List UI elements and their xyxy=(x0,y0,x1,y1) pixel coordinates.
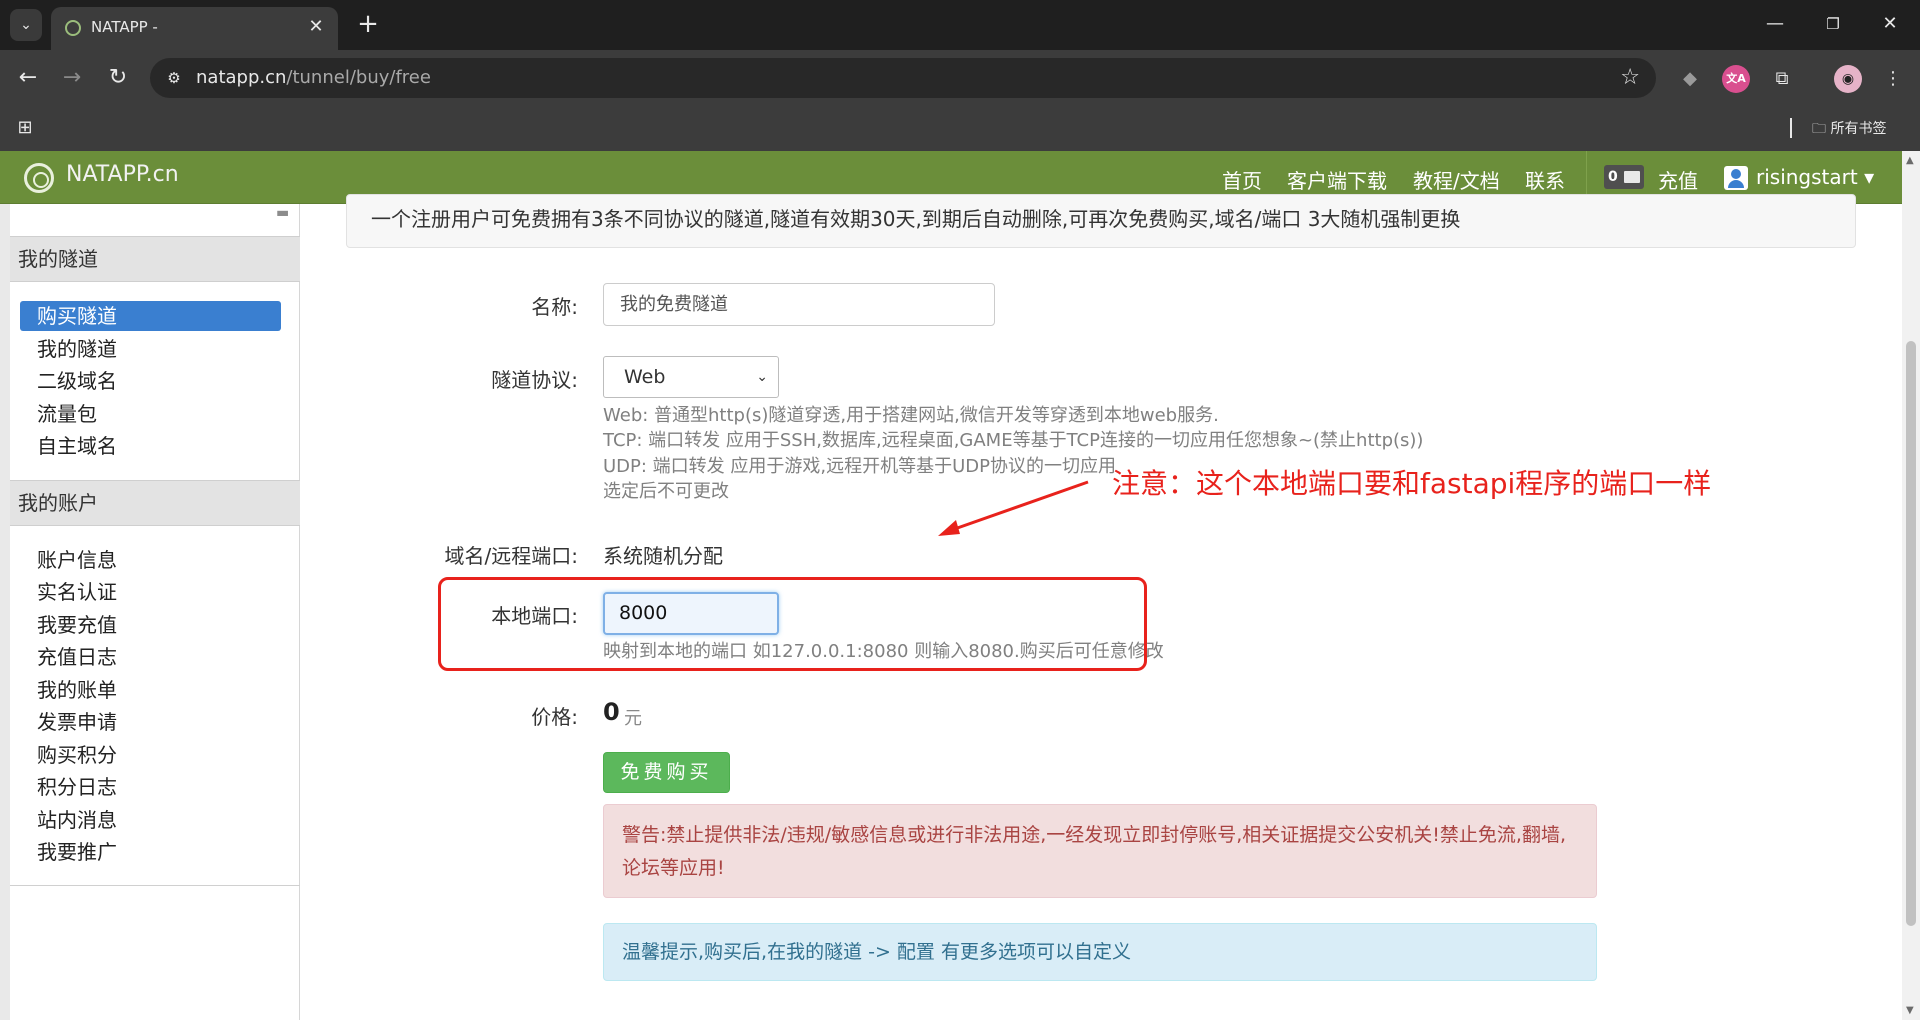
tunnel-name-input[interactable]: 我的免费隧道 xyxy=(603,283,995,326)
all-bookmarks-folder[interactable]: 🗀 所有书签 xyxy=(1812,118,1886,142)
browser-tab[interactable]: NATAPP - ✕ xyxy=(51,7,338,50)
bookmark-star-icon[interactable]: ☆ xyxy=(1620,65,1640,90)
protocol-label: 隧道协议: xyxy=(491,368,578,392)
apps-grid-icon[interactable]: ⊞ xyxy=(14,117,36,139)
sidebar-item-custom-domain[interactable]: 自主域名 xyxy=(20,431,281,461)
bookmarks-bar: ⊞ 🗀 所有书签 xyxy=(0,106,1920,151)
free-buy-button[interactable]: 免费购买 xyxy=(603,752,730,793)
annotation-arrow xyxy=(938,480,1089,536)
translate-extension-icon[interactable]: 文A xyxy=(1722,65,1750,93)
close-tab-icon[interactable]: ✕ xyxy=(304,15,328,39)
main-content: 一个注册用户可免费拥有3条不同协议的隧道,隧道有效期30天,到期后自动删除,可再… xyxy=(318,194,1902,1020)
collapse-sidebar-icon[interactable]: ▬ xyxy=(276,206,294,220)
sidebar-item-recharge[interactable]: 我要充值 xyxy=(20,610,281,640)
sidebar-section-account: 我的账户 xyxy=(10,480,300,526)
page-scrollbar[interactable]: ▲ ▼ xyxy=(1902,151,1920,1020)
sidebar-item-subdomain[interactable]: 二级域名 xyxy=(20,366,281,396)
messages-badge[interactable]: 0 xyxy=(1604,165,1644,189)
price-unit: 元 xyxy=(624,708,642,729)
sidebar-item-my-tunnels[interactable]: 我的隧道 xyxy=(20,334,281,364)
domain-label: 域名/远程端口: xyxy=(444,544,578,568)
name-label: 名称: xyxy=(531,295,578,319)
sidebar-item-buy-points[interactable]: 购买积分 xyxy=(20,740,281,770)
price-value: 0 xyxy=(603,698,620,726)
extension-cat-icon[interactable]: ◆ xyxy=(1676,65,1704,93)
back-button[interactable]: ← xyxy=(12,62,44,94)
restore-button[interactable]: ❐ xyxy=(1813,8,1853,40)
sidebar-item-referral[interactable]: 我要推广 xyxy=(20,837,281,867)
browser-menu-icon[interactable]: ⋮ xyxy=(1879,65,1907,93)
scroll-up-icon[interactable]: ▲ xyxy=(1906,155,1914,166)
sidebar-item-bills[interactable]: 我的账单 xyxy=(20,675,281,705)
sidebar-item-messages[interactable]: 站内消息 xyxy=(20,805,281,835)
annotation-text: 注意：这个本地端口要和fastapi程序的端口一样 xyxy=(1112,467,1712,500)
user-icon[interactable] xyxy=(1724,166,1748,190)
scroll-down-icon[interactable]: ▼ xyxy=(1906,1005,1914,1016)
browser-toolbar: ← → ↻ ⚙ natapp.cn/tunnel/buy/free ☆ ◆ 文A… xyxy=(0,50,1920,106)
sidebar-item-invoice[interactable]: 发票申请 xyxy=(20,707,281,737)
bookmarks-separator xyxy=(1790,118,1792,138)
sidebar-item-traffic-pack[interactable]: 流量包 xyxy=(20,399,281,429)
nav-recharge[interactable]: 充值 xyxy=(1658,165,1698,194)
site-brand[interactable]: NATAPP.cn xyxy=(66,162,179,187)
annotation-highlight-box xyxy=(438,577,1147,671)
new-tab-button[interactable]: + xyxy=(352,9,384,41)
sidebar-item-points-log[interactable]: 积分日志 xyxy=(20,772,281,802)
site-favicon-icon xyxy=(65,20,81,36)
user-menu[interactable]: risingstart ▾ xyxy=(1756,165,1874,189)
extensions-puzzle-icon[interactable]: ⧉ xyxy=(1768,65,1796,93)
tip-alert: 温馨提示,购买后,在我的隧道 -> 配置 有更多选项可以自定义 xyxy=(603,923,1597,981)
nav-client-download[interactable]: 客户端下载 xyxy=(1287,165,1387,194)
sidebar: ▬ 我的隧道 购买隧道 我的隧道 二级域名 流量包 自主域名 我的账户 账户信息… xyxy=(0,204,300,1020)
url-text[interactable]: natapp.cn/tunnel/buy/free xyxy=(196,67,431,88)
address-bar[interactable]: ⚙ natapp.cn/tunnel/buy/free ☆ xyxy=(150,58,1656,98)
chevron-down-icon: ⌄ xyxy=(756,369,768,385)
nav-home[interactable]: 首页 xyxy=(1222,165,1262,194)
tab-search-button[interactable]: ⌄ xyxy=(10,9,42,41)
tab-strip: ⌄ NATAPP - ✕ + — ❐ ✕ xyxy=(0,0,1920,50)
protocol-help-web: Web: 普通型http(s)隧道穿透,用于搭建网站,微信开发等穿透到本地web… xyxy=(603,405,1219,426)
scrollbar-thumb[interactable] xyxy=(1906,341,1916,926)
minimize-button[interactable]: — xyxy=(1755,8,1795,40)
browser-chrome: ⌄ NATAPP - ✕ + — ❐ ✕ ← → ↻ ⚙ natapp.cn/t… xyxy=(0,0,1920,151)
sidebar-divider xyxy=(10,885,300,886)
domain-value: 系统随机分配 xyxy=(603,544,723,568)
sidebar-item-buy-tunnel[interactable]: 购买隧道 xyxy=(20,301,281,331)
natapp-logo-icon[interactable] xyxy=(24,163,54,193)
reload-button[interactable]: ↻ xyxy=(102,62,134,94)
window-close-button[interactable]: ✕ xyxy=(1870,8,1910,40)
price-label: 价格: xyxy=(531,705,578,729)
protocol-help-tcp: TCP: 端口转发 应用于SSH,数据库,远程桌面,GAME等基于TCP连接的一… xyxy=(603,430,1424,451)
nav-contact[interactable]: 联系 xyxy=(1525,165,1565,194)
profile-avatar[interactable]: ◉ xyxy=(1834,65,1862,93)
protocol-help-note: 选定后不可更改 xyxy=(603,481,729,502)
sidebar-item-account-info[interactable]: 账户信息 xyxy=(20,545,281,575)
forward-button[interactable]: → xyxy=(56,62,88,94)
protocol-select[interactable]: Web ⌄ xyxy=(603,356,779,398)
tab-title: NATAPP - xyxy=(91,18,158,36)
free-tunnel-notice: 一个注册用户可免费拥有3条不同协议的隧道,隧道有效期30天,到期后自动删除,可再… xyxy=(346,194,1856,248)
sidebar-item-verification[interactable]: 实名认证 xyxy=(20,577,281,607)
site-info-icon[interactable]: ⚙ xyxy=(164,68,184,88)
envelope-icon xyxy=(1624,171,1640,183)
sidebar-item-recharge-log[interactable]: 充值日志 xyxy=(20,642,281,672)
sidebar-section-tunnels: 我的隧道 xyxy=(10,236,300,282)
nav-docs[interactable]: 教程/文档 xyxy=(1413,165,1500,194)
warning-alert: 警告:禁止提供非法/违规/敏感信息或进行非法用途,一经发现立即封停账号,相关证据… xyxy=(603,804,1597,898)
